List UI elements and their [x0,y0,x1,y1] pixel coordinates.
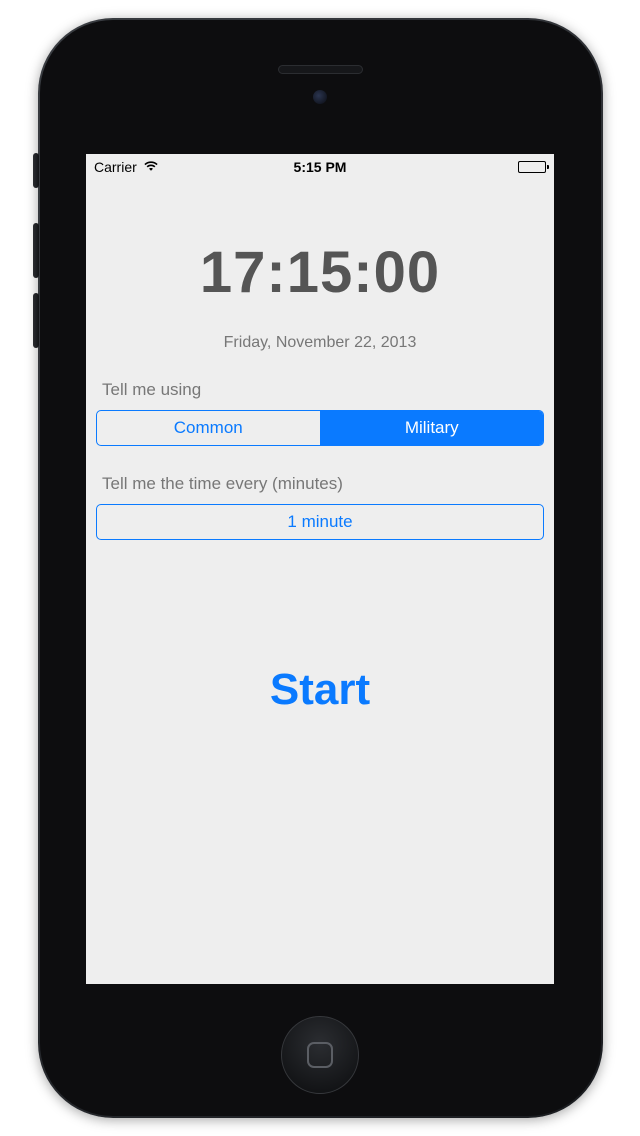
front-camera [313,90,327,104]
start-button[interactable]: Start [96,665,544,715]
format-segmented-control[interactable]: Common Military [96,410,544,446]
volume-up-button[interactable] [33,223,39,278]
interval-select[interactable]: 1 minute [96,504,544,540]
home-button[interactable] [281,1016,359,1094]
interval-section-label: Tell me the time every (minutes) [102,474,544,494]
clock-time: 17:15:00 [96,239,544,306]
phone-device-frame: Carrier 5:15 PM 17:15:00 Frida [38,18,603,1118]
screen: Carrier 5:15 PM 17:15:00 Frida [86,154,554,984]
format-section-label: Tell me using [102,380,544,400]
home-button-icon [307,1042,333,1068]
carrier-label: Carrier [94,159,137,175]
segment-common[interactable]: Common [97,411,321,445]
battery-icon [518,161,546,173]
segment-military[interactable]: Military [321,411,544,445]
status-bar: Carrier 5:15 PM [86,154,554,179]
power-button[interactable] [33,153,39,188]
earpiece-speaker [278,65,363,74]
interval-value: 1 minute [287,512,352,532]
volume-down-button[interactable] [33,293,39,348]
status-time: 5:15 PM [245,159,396,175]
clock-date: Friday, November 22, 2013 [96,334,544,352]
app-content: 17:15:00 Friday, November 22, 2013 Tell … [86,239,554,715]
phone-body: Carrier 5:15 PM 17:15:00 Frida [40,20,601,1116]
wifi-icon [143,159,159,175]
